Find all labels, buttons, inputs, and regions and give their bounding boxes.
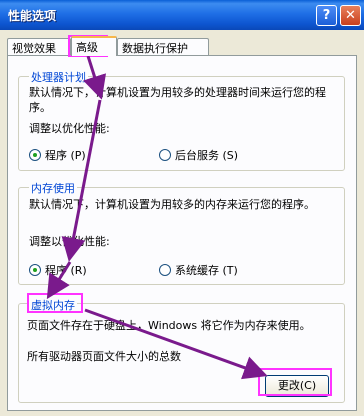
- tab-advanced[interactable]: 高级: [71, 36, 117, 56]
- processor-prompt: 调整以优化性能:: [29, 122, 110, 135]
- processor-desc: 默认情况下，计算机设置为用较多的处理器时间来运行您的程序。: [29, 86, 326, 114]
- radio-empty-icon: [159, 149, 171, 161]
- radio-label: 后台服务 (S): [175, 149, 239, 162]
- radio-selected-icon: [29, 264, 41, 276]
- processor-radio-background[interactable]: 后台服务 (S): [159, 147, 238, 163]
- processor-group-title: 处理器计划: [29, 69, 88, 85]
- highlight-virtual-memory: [27, 293, 83, 313]
- virtual-memory-desc: 页面文件存在于硬盘上，Windows 将它作为内存来使用。: [27, 319, 311, 332]
- close-button[interactable]: ✕: [340, 5, 361, 26]
- help-button[interactable]: ?: [316, 5, 337, 26]
- radio-label: 系统缓存 (T): [175, 264, 238, 277]
- radio-label: 程序 (R): [45, 264, 87, 277]
- radio-selected-icon: [29, 149, 41, 161]
- memory-radio-programs[interactable]: 程序 (R): [29, 262, 87, 278]
- memory-prompt: 调整以优化性能:: [29, 235, 110, 248]
- advanced-pane: 处理器计划 默认情况下，计算机设置为用较多的处理器时间来运行您的程序。 调整以优…: [7, 55, 357, 411]
- radio-label: 程序 (P): [45, 149, 86, 162]
- radio-empty-icon: [159, 264, 171, 276]
- title-bar: 性能选项 ? ✕: [0, 0, 364, 30]
- window-title: 性能选项: [8, 9, 57, 23]
- memory-radio-system-cache[interactable]: 系统缓存 (T): [159, 262, 238, 278]
- memory-group: 内存使用 默认情况下，计算机设置为用较多的内存来运行您的程序。 调整以优化性能:…: [18, 180, 345, 285]
- highlight-change-button: [258, 368, 332, 396]
- processor-radio-programs[interactable]: 程序 (P): [29, 147, 86, 163]
- processor-group: 处理器计划 默认情况下，计算机设置为用较多的处理器时间来运行您的程序。 调整以优…: [18, 69, 345, 171]
- tab-visual-effects[interactable]: 视觉效果: [7, 38, 71, 55]
- memory-group-title: 内存使用: [29, 180, 77, 196]
- tab-dep[interactable]: 数据执行保护: [117, 38, 209, 55]
- virtual-memory-total: 所有驱动器页面文件大小的总数: [27, 350, 181, 363]
- memory-desc: 默认情况下，计算机设置为用较多的内存来运行您的程序。: [29, 198, 315, 211]
